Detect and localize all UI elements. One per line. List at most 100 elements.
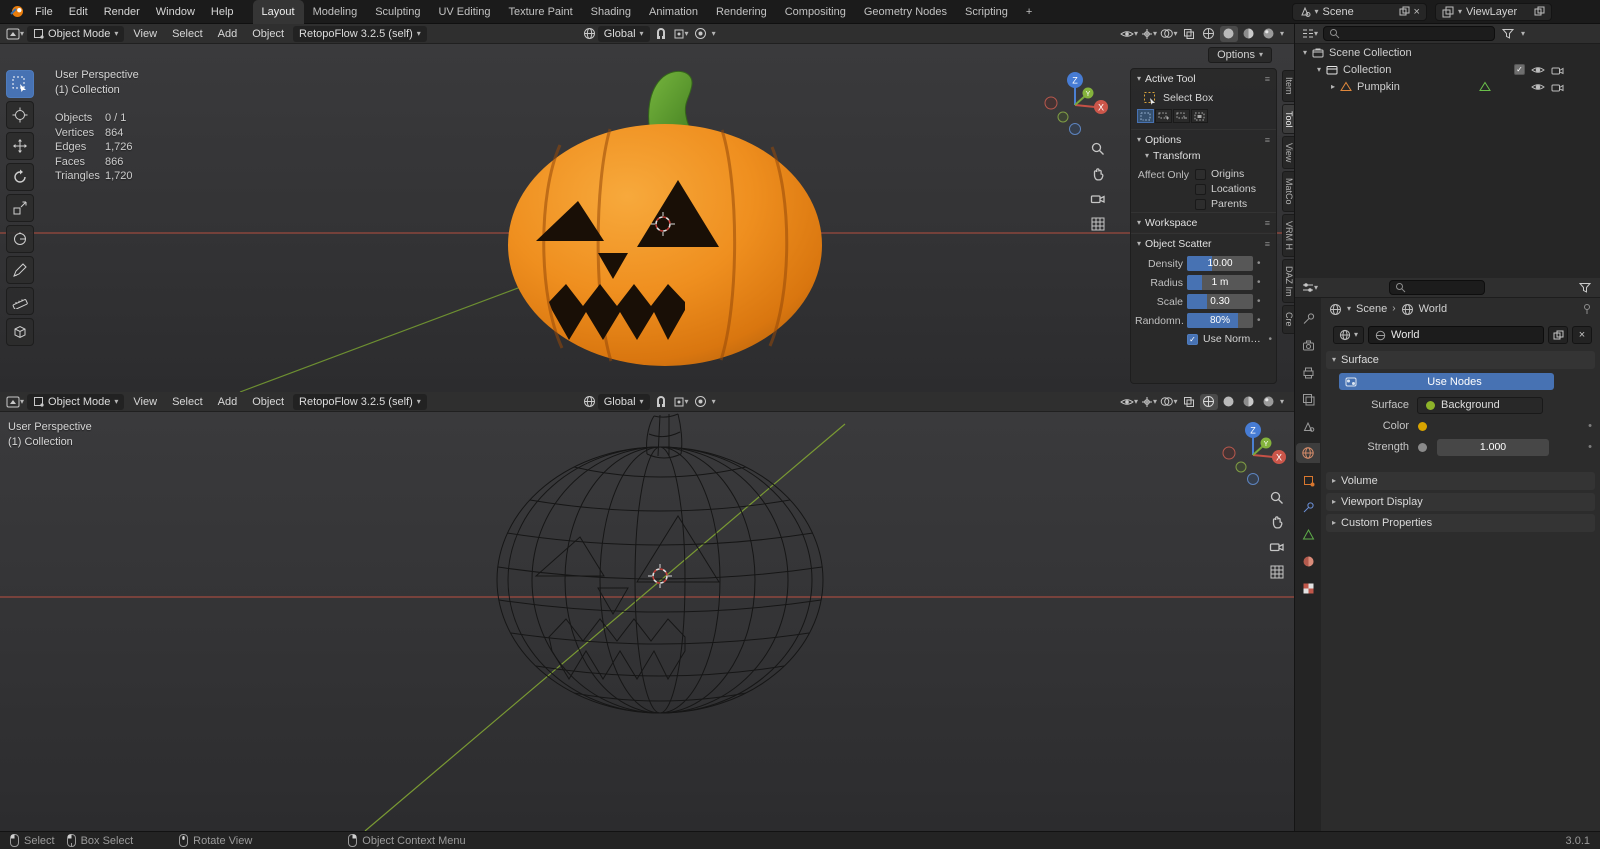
disable-render-camera-icon[interactable]	[1551, 82, 1564, 92]
tab-object[interactable]	[1296, 470, 1320, 490]
shading-material-button[interactable]	[1240, 26, 1258, 42]
proportional-editing-toggle[interactable]	[692, 26, 710, 42]
disclosure-icon[interactable]: ▸	[1331, 82, 1335, 91]
affect-origins-option[interactable]: Origins	[1195, 168, 1256, 180]
workspace-tab-layout[interactable]: Layout	[252, 0, 304, 24]
checkbox-unchecked[interactable]	[1195, 168, 1206, 180]
shading-material-button[interactable]	[1240, 394, 1258, 410]
sidebar-tab-view[interactable]: View	[1282, 136, 1294, 170]
navigation-gizmo[interactable]: Z X Y	[1215, 417, 1291, 493]
breadcrumb-scene[interactable]: Scene	[1356, 303, 1387, 315]
outliner-row-scene-collection[interactable]: ▾ Scene Collection	[1295, 44, 1600, 61]
workspace-section-header[interactable]: ▾ Workspace ≡	[1131, 212, 1276, 233]
sidebar-tab-cre[interactable]: Cre	[1282, 305, 1294, 334]
density-slider[interactable]: 10.00	[1187, 256, 1253, 271]
snap-target-select[interactable]: ▾	[672, 26, 690, 42]
affect-locations-option[interactable]: Locations	[1195, 183, 1256, 195]
tool-annotate[interactable]	[6, 256, 34, 284]
mode-select[interactable]: Object Mode ▾	[27, 25, 125, 42]
animate-dot-icon[interactable]: •	[1588, 441, 1592, 453]
new-viewlayer-icon[interactable]	[1534, 6, 1545, 17]
animate-dot-icon[interactable]: •	[1257, 296, 1261, 307]
surface-shader-select[interactable]: Background	[1417, 396, 1543, 414]
hide-eye-icon[interactable]	[1531, 82, 1545, 92]
panel-menu-icon[interactable]: ≡	[1265, 218, 1270, 228]
gizmos-toggle[interactable]: ▾	[1140, 26, 1158, 42]
transform-subsection-header[interactable]: ▾ Transform	[1131, 150, 1276, 166]
chevron-down-icon[interactable]: ▾	[1521, 29, 1525, 38]
proportional-falloff-select[interactable]: ▾	[712, 29, 716, 38]
tool-move[interactable]	[6, 132, 34, 160]
new-world-button[interactable]	[1548, 326, 1568, 344]
shading-options-select[interactable]: ▾	[1280, 29, 1284, 38]
outliner-row-collection[interactable]: ▾ Collection ✓	[1295, 61, 1600, 78]
shading-wireframe-button[interactable]	[1200, 26, 1218, 42]
select-mode-invert[interactable]	[1191, 109, 1208, 123]
gizmos-toggle[interactable]: ▾	[1140, 394, 1158, 410]
disclosure-icon[interactable]: ▾	[1303, 48, 1307, 57]
use-nodes-button[interactable]: Use Nodes	[1339, 373, 1554, 390]
pumpkin-wireframe[interactable]	[496, 413, 824, 714]
menu-view[interactable]: View	[127, 28, 163, 40]
pumpkin-object[interactable]	[508, 70, 822, 366]
tab-scene[interactable]	[1296, 416, 1320, 436]
camera-view-button[interactable]	[1089, 190, 1107, 208]
strength-field[interactable]: 1.000	[1437, 438, 1549, 456]
shading-solid-button[interactable]	[1220, 394, 1238, 410]
editor-type-button[interactable]: ▾	[1301, 280, 1319, 296]
shading-rendered-button[interactable]	[1260, 26, 1278, 42]
editor-type-button[interactable]: ▾	[6, 26, 24, 42]
tab-render[interactable]	[1296, 335, 1320, 355]
sidebar-tab-matco[interactable]: MatCo	[1282, 171, 1294, 212]
unlink-world-button[interactable]: ×	[1572, 326, 1592, 344]
animate-dot-icon[interactable]: •	[1268, 334, 1272, 345]
scale-slider[interactable]: 0.30	[1187, 294, 1253, 309]
retopoflow-menu[interactable]: RetopoFlow 3.2.5 (self) ▾	[293, 25, 427, 42]
select-mode-extend[interactable]	[1155, 109, 1172, 123]
shading-solid-button[interactable]	[1219, 25, 1238, 42]
filter-icon[interactable]	[1576, 280, 1594, 296]
toggle-orthographic-button[interactable]	[1268, 563, 1286, 581]
browse-world-button[interactable]: ▾	[1333, 326, 1365, 344]
tab-texture[interactable]	[1296, 578, 1320, 598]
blender-logo[interactable]	[8, 4, 26, 20]
workspace-tab-shading[interactable]: Shading	[582, 0, 640, 24]
menu-help[interactable]: Help	[204, 4, 241, 20]
menu-window[interactable]: Window	[149, 4, 202, 20]
tab-view-layer[interactable]	[1296, 389, 1320, 409]
tab-material[interactable]	[1296, 551, 1320, 571]
overlays-toggle[interactable]: ▾	[1160, 26, 1178, 42]
camera-view-button[interactable]	[1268, 538, 1286, 556]
tool-scale[interactable]	[6, 194, 34, 222]
viewlayer-selector[interactable]: ▾ ViewLayer	[1434, 2, 1552, 21]
navigation-gizmo[interactable]: Z X Y	[1037, 67, 1113, 143]
select-mode-subtract[interactable]	[1173, 109, 1190, 123]
sidebar-tab-vrm[interactable]: VRM H	[1282, 213, 1294, 257]
snap-toggle[interactable]	[652, 26, 670, 42]
editor-type-button[interactable]: ▾	[6, 394, 24, 410]
menu-render[interactable]: Render	[97, 4, 147, 20]
radius-slider[interactable]: 1 m	[1187, 275, 1253, 290]
shading-options-select[interactable]: ▾	[1280, 397, 1284, 406]
options-section-header[interactable]: ▾ Options ≡	[1131, 129, 1276, 150]
snap-target-select[interactable]: ▾	[672, 394, 690, 410]
filter-icon[interactable]	[1499, 26, 1517, 42]
mode-select[interactable]: Object Mode ▾	[27, 393, 125, 410]
panel-menu-icon[interactable]: ≡	[1265, 239, 1270, 249]
animate-dot-icon[interactable]: •	[1257, 277, 1261, 288]
animate-dot-icon[interactable]: •	[1588, 420, 1592, 432]
chevron-down-icon[interactable]: ▾	[1347, 305, 1351, 313]
pan-view-button[interactable]	[1089, 165, 1107, 183]
viewport-display-section-header[interactable]: ▸ Viewport Display	[1326, 493, 1595, 511]
close-icon[interactable]: ×	[1414, 6, 1420, 18]
tool-select-box[interactable]	[6, 70, 34, 98]
menu-select[interactable]: Select	[166, 396, 209, 408]
outliner-row-pumpkin[interactable]: ▸ Pumpkin	[1295, 78, 1600, 95]
workspace-tab-uv-editing[interactable]: UV Editing	[429, 0, 499, 24]
checkbox-unchecked[interactable]	[1195, 183, 1206, 195]
menu-add[interactable]: Add	[212, 28, 244, 40]
outliner-search-input[interactable]	[1323, 26, 1495, 41]
menu-object[interactable]: Object	[246, 396, 290, 408]
object-types-visibility-button[interactable]: ▾	[1120, 26, 1138, 42]
panel-menu-icon[interactable]: ≡	[1265, 135, 1270, 145]
